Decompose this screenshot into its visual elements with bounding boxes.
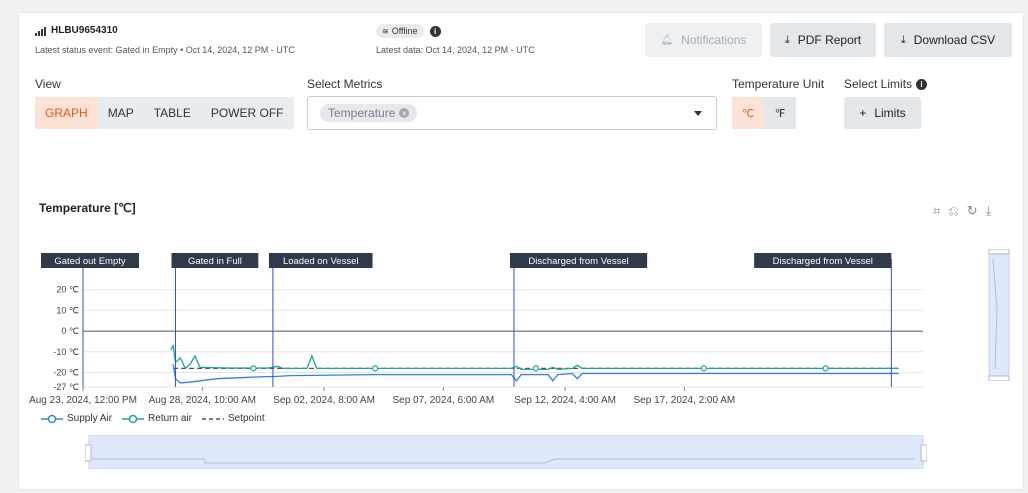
- tab-map[interactable]: MAP: [98, 97, 144, 129]
- container-detail-card: HLBU9654310 Latest status event: Gated i…: [18, 12, 1024, 490]
- chart-range-navigator[interactable]: [85, 435, 927, 469]
- zoom-reset-icon[interactable]: ⎌: [948, 203, 958, 219]
- navigator-right-handle[interactable]: [920, 444, 927, 462]
- tab-table[interactable]: TABLE: [144, 97, 201, 129]
- data-point: [822, 365, 829, 372]
- event-label: Gated out Empty: [54, 256, 126, 267]
- event-label: Loaded on Vessel: [283, 256, 359, 267]
- bell-icon: 🔔︎: [660, 34, 674, 46]
- device-id: HLBU9654310: [51, 25, 118, 36]
- info-icon[interactable]: i: [429, 25, 441, 37]
- y-tick-label: -27 ℃: [53, 382, 79, 392]
- limits-button[interactable]: + Limits: [844, 97, 921, 129]
- unit-celsius-button[interactable]: ℃: [732, 97, 764, 129]
- status-badge: ≋ Offline: [376, 24, 424, 38]
- download-csv-button[interactable]: ⤓ Download CSV: [884, 23, 1012, 57]
- view-tabs: GRAPH MAP TABLE POWER OFF: [35, 97, 294, 129]
- unit-fahrenheit-button[interactable]: ℉: [764, 97, 796, 129]
- event-label: Discharged from Vessel: [773, 256, 873, 267]
- legend-setpoint[interactable]: Setpoint: [201, 413, 265, 424]
- y-tick-label: 10 ℃: [56, 305, 79, 315]
- notifications-button[interactable]: 🔔︎ Notifications: [645, 23, 762, 57]
- plus-icon: +: [859, 106, 867, 120]
- y-tick-label: 0 ℃: [61, 326, 79, 336]
- save-image-icon[interactable]: ⤓: [986, 203, 992, 219]
- metrics-label: Select Metrics: [307, 77, 383, 91]
- metric-chip: Temperature ×: [320, 104, 418, 122]
- x-tick-label: Sep 17, 2024, 2:00 AM: [634, 395, 736, 406]
- y-slider-bottom-handle[interactable]: [988, 375, 1010, 381]
- y-tick-label: -10 ℃: [53, 347, 79, 357]
- chart-legend: Supply Air Return air Setpoint: [41, 413, 265, 424]
- legend-supply-air[interactable]: Supply Air: [41, 413, 112, 424]
- chart-title: Temperature [℃]: [39, 201, 136, 215]
- metrics-select[interactable]: Temperature ×: [307, 96, 717, 130]
- chart-toolbar: ⌗ ⎌ ↻ ⤓: [933, 203, 991, 219]
- view-label: View: [35, 77, 61, 91]
- event-label: Gated in Full: [188, 256, 242, 267]
- legend-return-air[interactable]: Return air: [122, 413, 192, 424]
- tab-power-off[interactable]: POWER OFF: [201, 97, 294, 129]
- y-range-slider[interactable]: [987, 249, 1011, 381]
- connection-status: ≋ Offline i: [376, 24, 441, 38]
- data-point: [250, 365, 257, 372]
- wifi-off-icon: ≋: [382, 26, 389, 36]
- latest-status-text: Latest status event: Gated in Empty • Oc…: [35, 45, 295, 55]
- x-tick-label: Aug 28, 2024, 10:00 AM: [149, 395, 256, 406]
- chevron-down-icon[interactable]: [694, 111, 702, 116]
- temperature-unit-label: Temperature Unit: [732, 77, 825, 91]
- pdf-report-button[interactable]: ⤓ PDF Report: [770, 23, 876, 57]
- x-tick-label: Sep 12, 2024, 4:00 AM: [514, 395, 616, 406]
- restore-icon[interactable]: ↻: [967, 203, 978, 219]
- x-tick-label: Sep 02, 2024, 8:00 AM: [273, 395, 375, 406]
- navigator-left-handle[interactable]: [85, 444, 92, 462]
- download-icon: ⤓: [900, 33, 906, 46]
- y-tick-label: -20 ℃: [53, 368, 79, 378]
- device-header: HLBU9654310: [35, 25, 118, 36]
- tab-graph[interactable]: GRAPH: [35, 97, 98, 129]
- y-slider-top-handle[interactable]: [988, 249, 1010, 255]
- event-label: Discharged from Vessel: [528, 256, 628, 267]
- limits-label: Select Limits: [844, 77, 913, 91]
- limits-label-group: Select Limits i: [844, 77, 928, 91]
- data-point: [700, 365, 707, 372]
- zoom-icon[interactable]: ⌗: [933, 203, 940, 219]
- info-icon[interactable]: i: [916, 78, 928, 90]
- data-point: [372, 365, 379, 372]
- signal-icon: [35, 26, 46, 36]
- y-slider-window[interactable]: [988, 252, 1010, 378]
- navigator-window[interactable]: [88, 435, 924, 469]
- download-icon: ⤓: [784, 33, 790, 46]
- data-point: [532, 365, 539, 372]
- y-tick-label: 20 ℃: [56, 285, 79, 295]
- remove-chip-icon[interactable]: ×: [399, 108, 410, 118]
- temperature-chart: 20 ℃ 10 ℃ 0 ℃ -10 ℃ -20 ℃ -27 ℃ Aug 23, 2024, …: [29, 253, 923, 406]
- x-tick-label: Aug 23, 2024, 12:00 PM: [29, 395, 137, 406]
- latest-data-text: Latest data: Oct 14, 2024, 12 PM - UTC: [376, 45, 535, 55]
- x-tick-label: Sep 07, 2024, 6:00 AM: [392, 395, 494, 406]
